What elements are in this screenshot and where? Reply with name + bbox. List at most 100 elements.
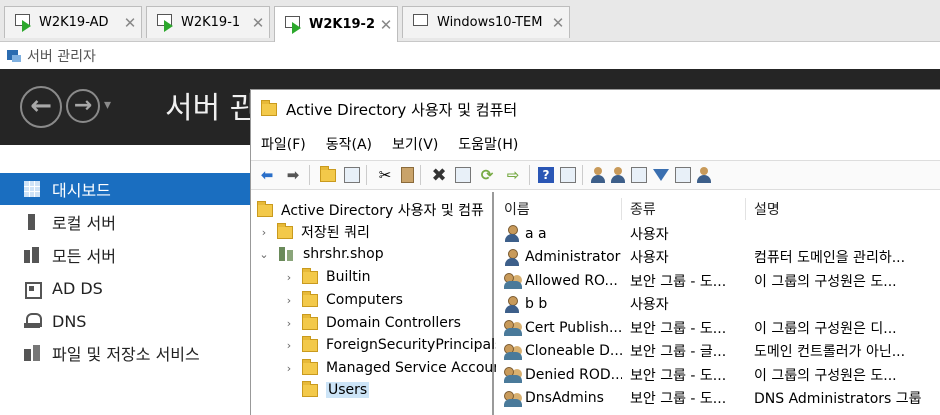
new-ou-icon[interactable] (631, 167, 647, 183)
user-icon (504, 225, 522, 242)
tree-item-builtin[interactable]: › Builtin (282, 266, 371, 288)
ad-window-title: Active Directory 사용자 및 컴퓨터 (286, 100, 518, 119)
filter-icon[interactable] (653, 169, 669, 181)
toolbar-separator (582, 165, 583, 185)
tree-item-managed-service-accounts[interactable]: › Managed Service Accour (282, 357, 499, 379)
back-arrow-icon[interactable]: ⬅ (257, 165, 277, 185)
back-arrow-icon[interactable]: ← (20, 86, 62, 128)
group-icon (504, 343, 522, 360)
forward-arrow-icon[interactable]: → (66, 89, 100, 123)
vm-tab-w2k19-2[interactable]: W2K19-2 ✕ (274, 6, 398, 42)
show-action-pane-icon[interactable] (560, 167, 576, 183)
chevron-right-icon[interactable]: › (282, 271, 296, 284)
details-list: 이름 종류 설명 a a 사용자 Administrator 사용자 컴퓨터 도… (496, 192, 940, 415)
list-item[interactable]: b b 사용자 (496, 293, 940, 317)
show-console-tree-icon[interactable] (344, 167, 360, 183)
item-description: DNS Administrators 그룹 (754, 391, 922, 407)
tree-item-root[interactable]: Active Directory 사용자 및 컴퓨 (257, 199, 484, 221)
item-name: Cert Publish... (525, 319, 622, 336)
list-item[interactable]: DnsAdmins 보안 그룹 - 도... DNS Administrator… (496, 387, 940, 411)
console-tree: Active Directory 사용자 및 컴퓨 › 저장된 쿼리 ⌄ shr… (251, 192, 502, 415)
paste-icon[interactable] (401, 167, 414, 183)
new-group-icon[interactable] (611, 167, 625, 183)
toolbar-separator (529, 165, 530, 185)
export-list-icon[interactable]: ⇨ (503, 165, 523, 185)
server-manager-window-title: 서버 관리자 (27, 48, 96, 65)
user-icon (504, 295, 522, 313)
tree-item-label: shrshr.shop (303, 246, 384, 262)
chevron-down-icon[interactable]: ⌄ (257, 248, 271, 261)
group-icon (504, 272, 522, 289)
folder-icon (302, 290, 318, 307)
menu-view[interactable]: 보기(V) (392, 134, 438, 154)
tree-item-domain[interactable]: ⌄ shrshr.shop (257, 243, 384, 265)
chevron-right-icon[interactable]: › (257, 226, 271, 239)
server-manager-icon (6, 48, 22, 63)
tree-item-saved-queries[interactable]: › 저장된 쿼리 (257, 221, 370, 243)
vm-tab-w2k19-1[interactable]: W2K19-1 ✕ (146, 6, 270, 38)
properties-icon[interactable] (455, 167, 471, 183)
chevron-right-icon[interactable]: › (282, 294, 296, 307)
chevron-down-icon[interactable]: ▾ (104, 97, 111, 113)
sidebar-item-file-storage[interactable]: 파일 및 저장소 서비스 (0, 337, 250, 369)
local-server-icon (24, 214, 40, 230)
close-icon[interactable]: ✕ (547, 14, 569, 32)
delete-icon[interactable]: ✖ (429, 165, 449, 186)
up-folder-icon[interactable] (318, 165, 338, 185)
sidebar-item-label: AD DS (52, 278, 103, 298)
menu-help[interactable]: 도움말(H) (458, 134, 518, 154)
chevron-right-icon[interactable]: › (282, 362, 296, 375)
chevron-right-icon[interactable]: › (282, 339, 296, 352)
tree-item-label: Computers (326, 292, 403, 308)
find-icon[interactable] (675, 167, 691, 183)
list-item[interactable]: Allowed RO... 보안 그룹 - 도... 이 그룹의 구성원은 도.… (496, 269, 940, 293)
item-description: 도메인 컨트롤러가 아닌... (754, 344, 906, 360)
column-header-type[interactable]: 종류 (622, 198, 746, 220)
list-item[interactable]: Cloneable D... 보안 그룹 - 글... 도메인 컨트롤러가 아닌… (496, 340, 940, 364)
item-type: 보안 그룹 - 글... (630, 344, 727, 360)
tree-item-foreign-security-principals[interactable]: › ForeignSecurityPrincipals (282, 334, 502, 356)
item-name: Allowed RO... (525, 272, 618, 289)
sidebar-item-all-servers[interactable]: 모든 서버 (0, 239, 250, 271)
new-user-icon[interactable] (591, 167, 605, 183)
forward-arrow-icon[interactable]: ➡ (283, 165, 303, 185)
sidebar-item-dns[interactable]: DNS (0, 305, 250, 337)
list-item[interactable]: Cert Publish... 보안 그룹 - 도... 이 그룹의 구성원은 … (496, 316, 940, 340)
item-type: 사용자 (630, 250, 669, 266)
chevron-right-icon[interactable]: › (282, 317, 296, 330)
add-to-group-icon[interactable] (697, 167, 711, 183)
item-type: 보안 그룹 - 도... (630, 273, 727, 290)
close-icon[interactable]: ✕ (119, 14, 141, 32)
item-type: 보안 그룹 - 도... (630, 320, 727, 337)
sidebar-item-label: 파일 및 저장소 서비스 (52, 345, 200, 364)
tree-item-computers[interactable]: › Computers (282, 289, 403, 311)
menu-file[interactable]: 파일(F) (261, 134, 306, 154)
column-header-name[interactable]: 이름 (496, 198, 622, 220)
item-name: b b (525, 296, 548, 312)
ad-folder-icon (261, 99, 277, 116)
cut-icon[interactable]: ✂ (375, 165, 395, 185)
list-item[interactable]: Administrator 사용자 컴퓨터 도메인을 관리하... (496, 246, 940, 270)
sidebar-item-ad-ds[interactable]: AD DS (0, 272, 250, 304)
tree-item-domain-controllers[interactable]: › Domain Controllers (282, 312, 461, 334)
vm-tab-windows10-tem[interactable]: Windows10-TEM ✕ (402, 6, 570, 38)
menu-action[interactable]: 동작(A) (326, 134, 372, 154)
close-icon[interactable]: ✕ (375, 16, 397, 34)
sidebar-item-local-server[interactable]: 로컬 서버 (0, 206, 250, 238)
list-item[interactable]: a a 사용자 (496, 222, 940, 246)
item-type: 사용자 (630, 297, 669, 313)
help-icon[interactable]: ? (538, 167, 554, 183)
column-header-description[interactable]: 설명 (746, 198, 940, 220)
item-description: 컴퓨터 도메인을 관리하... (754, 250, 906, 266)
list-item[interactable]: Denied ROD... 보안 그룹 - 도... 이 그룹의 구성원은 도.… (496, 363, 940, 387)
sidebar-item-dashboard[interactable]: 대시보드 (0, 173, 250, 205)
item-description (754, 222, 940, 245)
sidebar-item-label: 모든 서버 (52, 247, 116, 266)
refresh-icon[interactable]: ⟳ (477, 165, 497, 185)
close-icon[interactable]: ✕ (247, 14, 269, 32)
tree-item-label: 저장된 쿼리 (301, 225, 370, 241)
folder-icon (302, 267, 318, 284)
vm-tab-w2k19-ad[interactable]: W2K19-AD ✕ (4, 6, 142, 38)
sidebar-item-label: 로컬 서버 (52, 214, 116, 233)
tree-item-users[interactable]: Users (302, 379, 370, 401)
